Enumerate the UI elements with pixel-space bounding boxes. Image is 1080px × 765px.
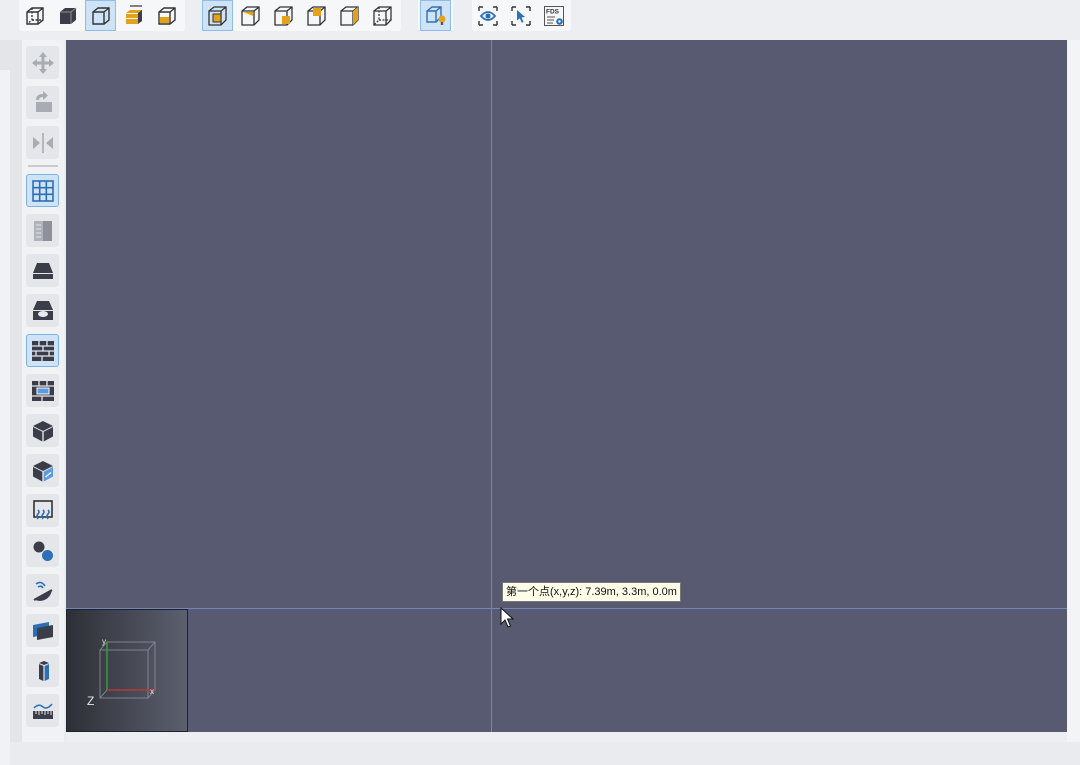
view-cube-group [19,0,185,31]
light-group [418,0,453,31]
eye-icon[interactable] [472,0,503,31]
sprinkler-icon[interactable] [26,574,59,607]
particles-icon[interactable] [26,534,59,567]
guide-line-vertical [491,40,492,732]
cube-vent-icon[interactable] [26,454,59,487]
move-icon[interactable] [26,46,59,79]
fds-label: FDS [546,8,560,15]
window-wall-icon[interactable] [26,374,59,407]
solid-cube-icon[interactable] [52,0,83,31]
select-cursor-icon[interactable] [505,0,536,31]
axis-y-label: y [102,637,106,646]
grid-icon[interactable] [26,174,59,207]
layered-cube-icon[interactable] [118,0,149,31]
view-top-icon[interactable] [268,0,299,31]
hole-icon[interactable] [26,294,59,327]
view-front-icon[interactable] [235,0,266,31]
plane-icon[interactable] [26,614,59,647]
fds-settings-icon[interactable]: FDS [538,0,569,31]
view-direction-group [202,0,401,31]
view-bottom-icon[interactable] [367,0,398,31]
axis-x-label: x [150,687,154,696]
heater-icon[interactable] [26,494,59,527]
obstruction-cube-icon[interactable] [26,414,59,447]
outline-cube-icon[interactable] [85,0,116,31]
guide-line-horizontal [66,608,1067,609]
axis-z-label: Z [87,694,95,708]
wall-panel-icon[interactable] [26,214,59,247]
sidebar-divider [28,165,58,167]
mouse-cursor-icon [500,607,515,628]
axis-cube-icon: y x [99,637,156,699]
half-cube-icon[interactable] [151,0,182,31]
left-toolbar [22,40,64,742]
right-edge-panel [1067,40,1080,742]
wireframe-cube-icon[interactable] [19,0,50,31]
view-back-icon[interactable] [334,0,365,31]
view-side-icon[interactable] [301,0,332,31]
cube-light-icon[interactable] [420,0,451,31]
3d-viewport[interactable]: 第一个点(x,y,z): 7.39m, 3.3m, 0.0m y x Z [66,40,1067,732]
coordinate-tooltip: 第一个点(x,y,z): 7.39m, 3.3m, 0.0m [502,582,681,602]
ruler-icon[interactable] [26,694,59,727]
rotate-icon[interactable] [26,86,59,119]
misc-group: FDS [472,0,571,31]
brick-wall-icon[interactable] [26,334,59,367]
column-icon[interactable] [26,654,59,687]
bottom-edge-strip [66,732,1067,742]
top-toolbar: FDS [0,0,1080,40]
mirror-icon[interactable] [26,126,59,159]
slab-icon[interactable] [26,254,59,287]
left-edge-strip [0,40,22,765]
axis-orientation-view: y x Z [66,609,188,732]
view-perspective-icon[interactable] [202,0,233,31]
